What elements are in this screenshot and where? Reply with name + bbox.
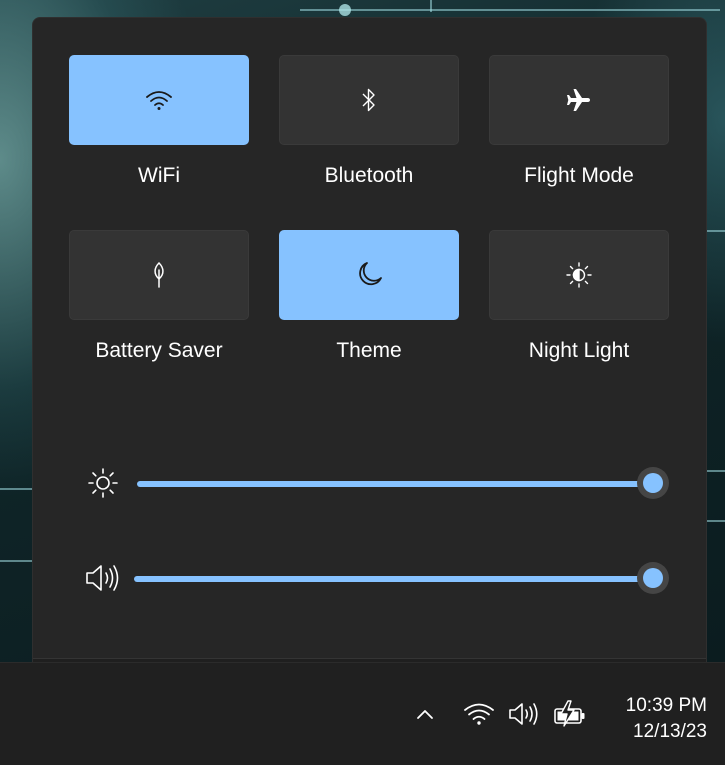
tile-theme: Theme	[279, 230, 459, 364]
tile-label-bluetooth: Bluetooth	[324, 164, 414, 187]
tile-wifi: WiFi	[69, 55, 249, 189]
tile-battery-saver: Battery Saver	[69, 230, 249, 364]
speaker-icon[interactable]	[83, 560, 123, 596]
moon-icon	[359, 262, 382, 286]
volume-slider-track[interactable]	[134, 576, 651, 582]
tile-label-theme: Theme	[336, 339, 402, 362]
taskbar: 10:39 PM 12/13/23	[0, 662, 725, 765]
tile-label-wifi: WiFi	[138, 164, 180, 187]
quick-settings-panel: WiFi Bluetooth Flight Mode Battery Saver	[32, 17, 707, 662]
clock-time: 10:39 PM	[625, 695, 707, 716]
volume-slider	[83, 556, 673, 600]
brightness-slider-thumb[interactable]	[637, 467, 669, 499]
flight-mode-toggle-button[interactable]	[489, 55, 669, 145]
tile-label-flight-mode: Flight Mode	[524, 164, 634, 187]
leaf-icon	[154, 261, 164, 288]
night-light-icon	[566, 262, 592, 288]
sun-icon	[83, 465, 123, 501]
tile-bluetooth: Bluetooth	[279, 55, 459, 189]
tile-label-battery-saver: Battery Saver	[95, 339, 223, 362]
brightness-slider	[83, 461, 673, 505]
airplane-icon	[567, 89, 590, 111]
volume-slider-thumb[interactable]	[637, 562, 669, 594]
wifi-icon	[146, 91, 172, 110]
wifi-toggle-button[interactable]	[69, 55, 249, 145]
bluetooth-toggle-button[interactable]	[279, 55, 459, 145]
battery-charging-icon[interactable]	[552, 699, 588, 729]
wifi-icon[interactable]	[462, 699, 496, 729]
chevron-up-icon[interactable]	[412, 699, 438, 729]
night-light-toggle-button[interactable]	[489, 230, 669, 320]
battery-saver-toggle-button[interactable]	[69, 230, 249, 320]
speaker-icon[interactable]	[507, 699, 541, 729]
tile-night-light: Night Light	[489, 230, 669, 364]
clock-date: 12/13/23	[633, 721, 707, 742]
theme-toggle-button[interactable]	[279, 230, 459, 320]
tile-label-night-light: Night Light	[528, 339, 630, 362]
brightness-slider-track[interactable]	[137, 481, 651, 487]
clock[interactable]: 10:39 PM 12/13/23	[626, 693, 707, 745]
tile-flight-mode: Flight Mode	[489, 55, 669, 189]
bluetooth-icon	[362, 88, 375, 112]
